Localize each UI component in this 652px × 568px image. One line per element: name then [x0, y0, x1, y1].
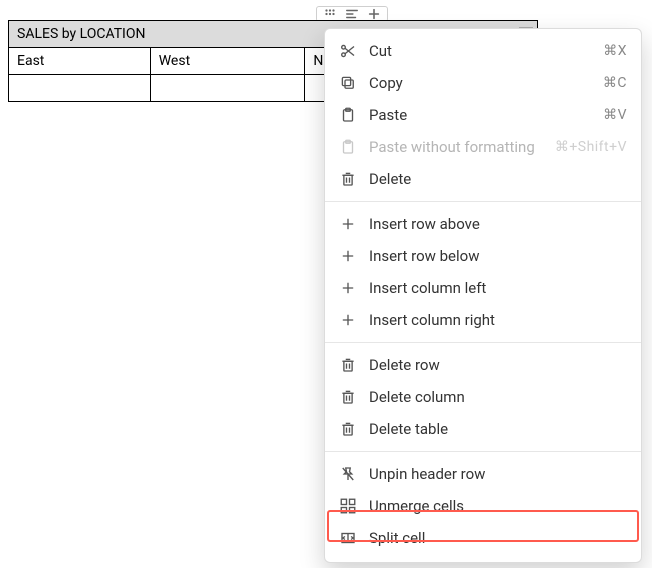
cell-text: West	[159, 53, 190, 69]
trash-icon	[339, 356, 357, 374]
menu-separator	[325, 342, 641, 343]
menu-item-insert-col-right[interactable]: Insert column right	[325, 304, 641, 336]
menu-item-label: Delete column	[369, 388, 627, 406]
trash-icon	[339, 388, 357, 406]
menu-item-label: Insert column right	[369, 311, 627, 329]
unmerge-icon	[339, 497, 357, 515]
menu-item-delete[interactable]: Delete	[325, 163, 641, 195]
menu-item-shortcut: ⌘C	[603, 75, 627, 91]
menu-item-copy[interactable]: Copy ⌘C	[325, 67, 641, 99]
menu-item-split-cell[interactable]: Split cell	[325, 522, 641, 554]
plus-icon	[339, 279, 357, 297]
drag-grip-icon[interactable]	[323, 7, 337, 21]
menu-item-label: Delete table	[369, 420, 627, 438]
cell[interactable]: East	[9, 48, 151, 75]
clipboard-outline-icon	[339, 138, 357, 156]
menu-item-delete-row[interactable]: Delete row	[325, 349, 641, 381]
menu-item-label: Unmerge cells	[369, 497, 627, 515]
menu-item-label: Split cell	[369, 529, 627, 547]
plus-icon	[339, 311, 357, 329]
cell[interactable]: West	[150, 48, 305, 75]
menu-item-label: Cut	[369, 42, 591, 60]
menu-item-unmerge-cells[interactable]: Unmerge cells	[325, 490, 641, 522]
unpin-icon	[339, 465, 357, 483]
menu-item-delete-col[interactable]: Delete column	[325, 381, 641, 413]
plus-icon[interactable]	[367, 7, 381, 21]
copy-icon	[339, 74, 357, 92]
scissors-icon	[339, 42, 357, 60]
table-header-title: SALES by LOCATION	[17, 26, 145, 42]
align-left-icon[interactable]	[345, 7, 359, 21]
menu-item-label: Paste	[369, 106, 591, 124]
menu-item-shortcut: ⌘V	[603, 107, 627, 123]
menu-item-label: Copy	[369, 74, 591, 92]
menu-item-label: Delete row	[369, 356, 627, 374]
plus-icon	[339, 215, 357, 233]
clipboard-icon	[339, 106, 357, 124]
menu-item-label: Insert column left	[369, 279, 627, 297]
menu-item-shortcut: ⌘+Shift+V	[555, 139, 627, 155]
menu-item-insert-row-below[interactable]: Insert row below	[325, 240, 641, 272]
menu-item-label: Delete	[369, 170, 627, 188]
menu-item-shortcut: ⌘X	[603, 43, 627, 59]
menu-item-label: Insert row above	[369, 215, 627, 233]
menu-item-paste[interactable]: Paste ⌘V	[325, 99, 641, 131]
menu-separator	[325, 451, 641, 452]
menu-item-unpin-header[interactable]: Unpin header row	[325, 458, 641, 490]
context-menu: Cut ⌘X Copy ⌘C Paste ⌘V Paste without formatti…	[324, 28, 642, 563]
menu-item-insert-row-above[interactable]: Insert row above	[325, 208, 641, 240]
split-icon	[339, 529, 357, 547]
menu-item-label: Insert row below	[369, 247, 627, 265]
menu-item-label: Paste without formatting	[369, 138, 543, 156]
menu-separator	[325, 201, 641, 202]
cell[interactable]	[9, 75, 151, 102]
cell[interactable]	[150, 75, 305, 102]
menu-item-cut[interactable]: Cut ⌘X	[325, 35, 641, 67]
menu-item-paste-nofmt: Paste without formatting ⌘+Shift+V	[325, 131, 641, 163]
trash-icon	[339, 420, 357, 438]
menu-item-delete-table[interactable]: Delete table	[325, 413, 641, 445]
menu-item-insert-col-left[interactable]: Insert column left	[325, 272, 641, 304]
trash-icon	[339, 170, 357, 188]
menu-item-label: Unpin header row	[369, 465, 627, 483]
plus-icon	[339, 247, 357, 265]
cell-text: East	[17, 53, 44, 69]
